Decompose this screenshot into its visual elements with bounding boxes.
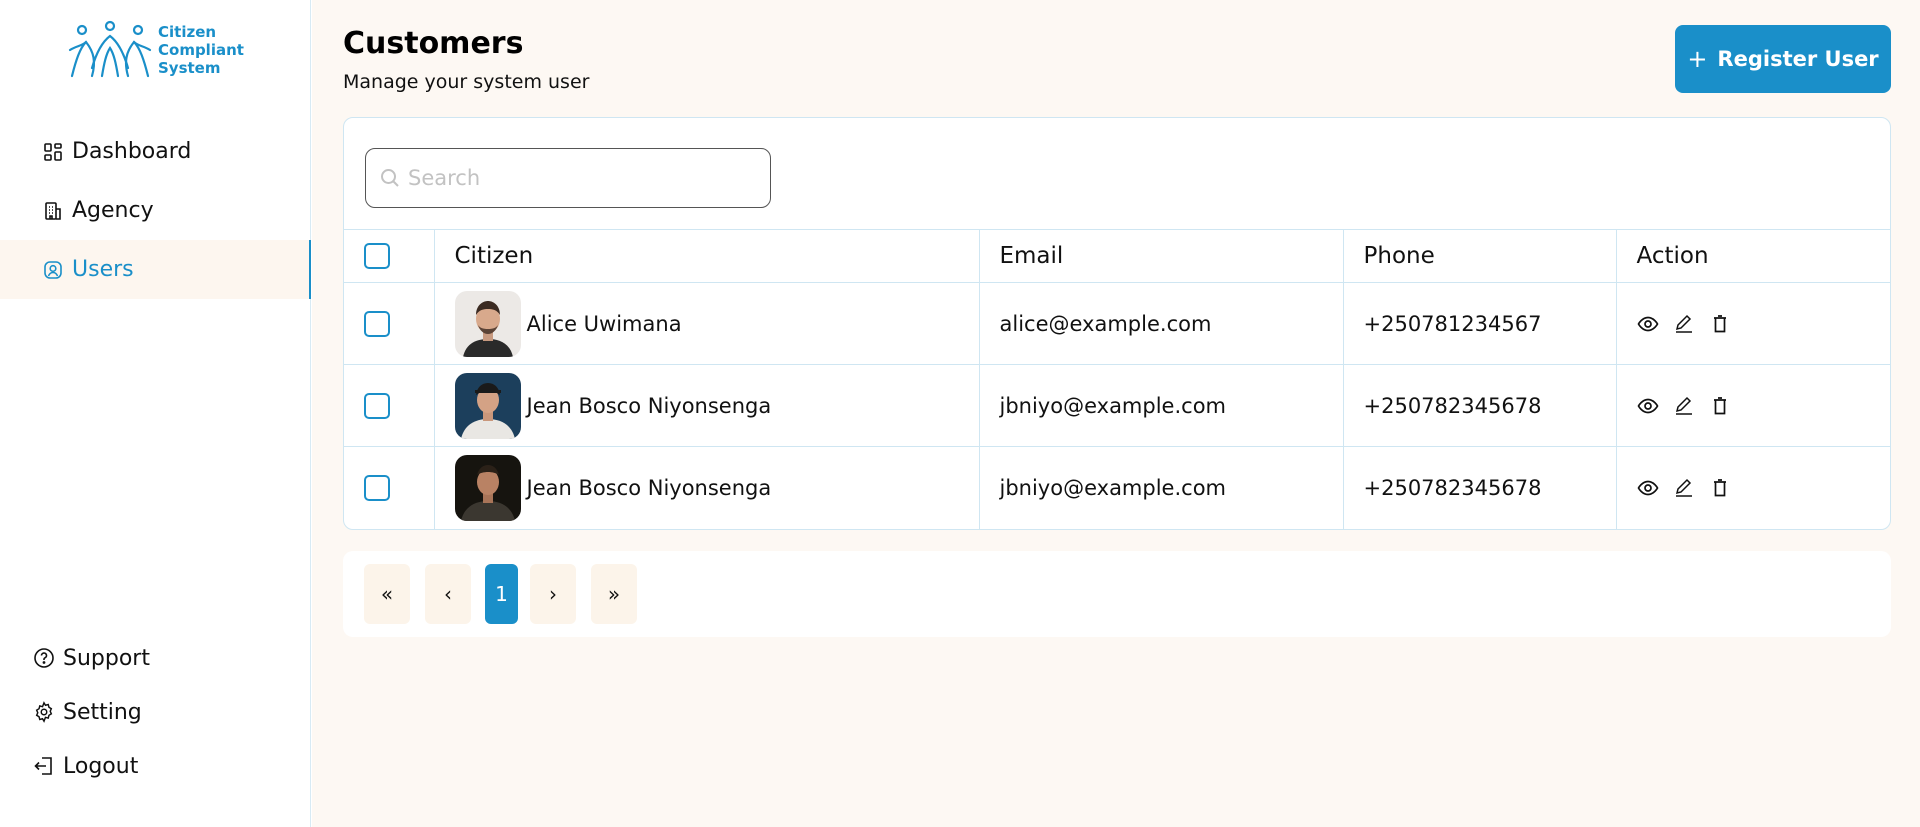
brand-line-3: System	[158, 59, 221, 77]
column-header-action: Action	[1615, 229, 1890, 283]
edit-icon[interactable]	[1673, 313, 1695, 335]
sidebar-bottom-nav: Support Setting Logout	[0, 631, 311, 793]
sidebar-item-logout[interactable]: Logout	[0, 739, 311, 793]
row-checkbox[interactable]	[364, 310, 390, 337]
citizen-cell: Jean Bosco Niyonsenga	[433, 446, 980, 529]
sidebar-item-users[interactable]: Users	[0, 240, 311, 299]
first-page-button[interactable]: «	[364, 564, 410, 624]
page-1-button[interactable]: 1	[485, 564, 518, 624]
search-box[interactable]	[365, 148, 771, 208]
email-cell: jbniyo@example.com	[978, 446, 1344, 529]
select-all-cell	[344, 229, 435, 283]
email-cell: jbniyo@example.com	[978, 364, 1344, 447]
row-checkbox[interactable]	[364, 474, 390, 501]
action-cell	[1615, 282, 1890, 365]
column-header-email[interactable]: Email	[978, 229, 1344, 283]
brand-line-1: Citizen	[158, 23, 217, 41]
action-cell	[1615, 446, 1890, 529]
sidebar-item-label: Logout	[63, 753, 139, 779]
table-row: Jean Bosco Niyonsenga jbniyo@example.com…	[344, 364, 1890, 447]
brand-line-2: Compliant	[158, 41, 244, 59]
page-subtitle: Manage your system user	[343, 71, 590, 93]
users-table-card: Citizen Email Phone Action	[343, 117, 1891, 530]
row-select-cell	[344, 446, 435, 529]
brand-name: Citizen Compliant System	[158, 23, 244, 77]
prev-page-button[interactable]: ‹	[425, 564, 471, 624]
column-header-phone[interactable]: Phone	[1342, 229, 1617, 283]
delete-icon[interactable]	[1709, 477, 1731, 499]
register-user-button[interactable]: + Register User	[1675, 25, 1891, 93]
table-row: Jean Bosco Niyonsenga jbniyo@example.com…	[344, 446, 1890, 529]
search-input[interactable]	[408, 166, 748, 190]
search-icon	[378, 166, 402, 190]
brand-logo-icon	[68, 20, 152, 78]
dashboard-icon	[42, 141, 64, 163]
sidebar-item-label: Dashboard	[72, 139, 192, 164]
sidebar-item-support[interactable]: Support	[0, 631, 311, 685]
phone-cell: +250782345678	[1342, 446, 1617, 529]
column-header-citizen[interactable]: Citizen	[433, 229, 980, 283]
citizen-cell: Alice Uwimana	[433, 282, 980, 365]
plus-icon: +	[1687, 45, 1708, 73]
table-header-row: Citizen Email Phone Action	[344, 229, 1890, 283]
row-select-cell	[344, 364, 435, 447]
page-title: Customers	[343, 26, 524, 61]
citizen-cell: Jean Bosco Niyonsenga	[433, 364, 980, 447]
brand-logo[interactable]: Citizen Compliant System	[66, 20, 246, 80]
email-cell: alice@example.com	[978, 282, 1344, 365]
edit-icon[interactable]	[1673, 477, 1695, 499]
delete-icon[interactable]	[1709, 395, 1731, 417]
logout-icon	[33, 755, 55, 777]
main-content: Customers Manage your system user + Regi…	[312, 0, 1920, 827]
citizen-name: Alice Uwimana	[526, 311, 682, 336]
sidebar-item-label: Setting	[63, 699, 142, 725]
view-icon[interactable]	[1637, 395, 1659, 417]
gear-icon	[33, 701, 55, 723]
last-page-button[interactable]: »	[591, 564, 637, 624]
building-icon	[42, 200, 64, 222]
row-checkbox[interactable]	[364, 392, 390, 419]
row-select-cell	[344, 282, 435, 365]
sidebar-nav: Dashboard Agency Users	[0, 122, 311, 299]
view-icon[interactable]	[1637, 313, 1659, 335]
phone-cell: +250782345678	[1342, 364, 1617, 447]
users-table: Citizen Email Phone Action Alice Uwimana…	[344, 229, 1890, 529]
action-cell	[1615, 364, 1890, 447]
help-icon	[33, 647, 55, 669]
edit-icon[interactable]	[1673, 395, 1695, 417]
phone-cell: +250781234567	[1342, 282, 1617, 365]
user-circle-icon	[42, 259, 64, 281]
view-icon[interactable]	[1637, 477, 1659, 499]
sidebar-item-dashboard[interactable]: Dashboard	[0, 122, 311, 181]
sidebar-item-setting[interactable]: Setting	[0, 685, 311, 739]
select-all-checkbox[interactable]	[364, 243, 390, 270]
sidebar-item-label: Support	[63, 645, 150, 671]
avatar	[454, 290, 521, 357]
delete-icon[interactable]	[1709, 313, 1731, 335]
sidebar-item-label: Agency	[72, 198, 154, 223]
next-page-button[interactable]: ›	[530, 564, 576, 624]
sidebar-item-label: Users	[72, 257, 134, 282]
citizen-name: Jean Bosco Niyonsenga	[526, 475, 772, 500]
avatar	[454, 454, 521, 521]
avatar	[454, 372, 521, 439]
sidebar: Citizen Compliant System Dashboard Agenc…	[0, 0, 311, 827]
sidebar-item-agency[interactable]: Agency	[0, 181, 311, 240]
citizen-name: Jean Bosco Niyonsenga	[526, 393, 772, 418]
pagination: « ‹ 1 › »	[343, 551, 1891, 637]
table-row: Alice Uwimana alice@example.com +2507812…	[344, 282, 1890, 365]
register-user-label: Register User	[1717, 47, 1879, 71]
